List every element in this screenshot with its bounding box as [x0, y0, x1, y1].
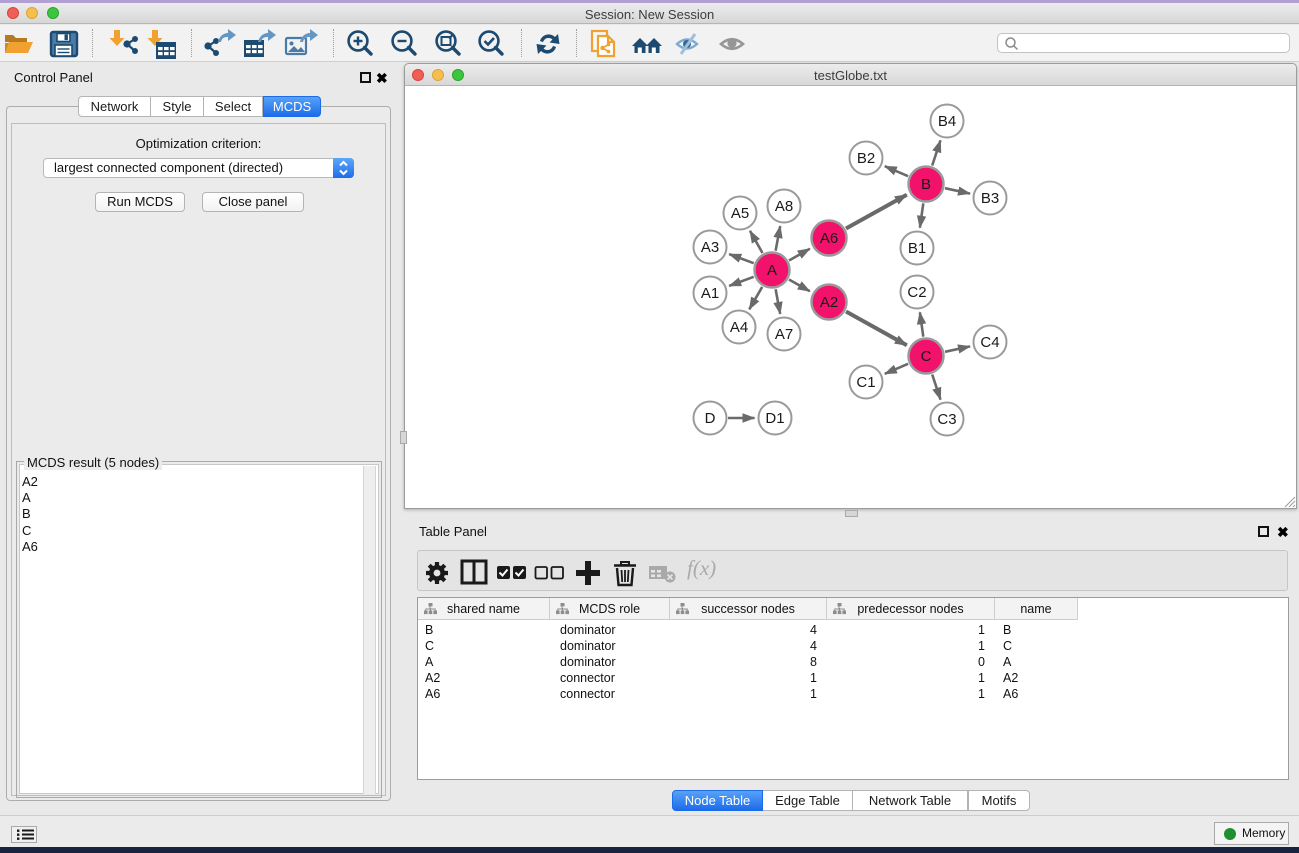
- svg-text:B: B: [921, 176, 931, 193]
- svg-text:C4: C4: [980, 334, 999, 351]
- svg-text:B2: B2: [857, 150, 875, 167]
- svg-text:D1: D1: [765, 410, 784, 427]
- svg-text:C: C: [921, 348, 932, 365]
- svg-text:B1: B1: [908, 240, 926, 257]
- svg-text:B3: B3: [981, 190, 999, 207]
- svg-text:A2: A2: [820, 294, 838, 311]
- svg-text:A4: A4: [730, 319, 748, 336]
- svg-text:B4: B4: [938, 113, 956, 130]
- svg-text:A6: A6: [820, 230, 838, 247]
- svg-text:A3: A3: [701, 239, 719, 256]
- svg-text:D: D: [705, 410, 716, 427]
- svg-text:C2: C2: [907, 284, 926, 301]
- svg-text:A: A: [767, 262, 777, 279]
- svg-text:C3: C3: [937, 411, 956, 428]
- svg-text:A1: A1: [701, 285, 719, 302]
- svg-text:A8: A8: [775, 198, 793, 215]
- svg-text:A5: A5: [731, 205, 749, 222]
- svg-text:A7: A7: [775, 326, 793, 343]
- svg-text:C1: C1: [856, 374, 875, 391]
